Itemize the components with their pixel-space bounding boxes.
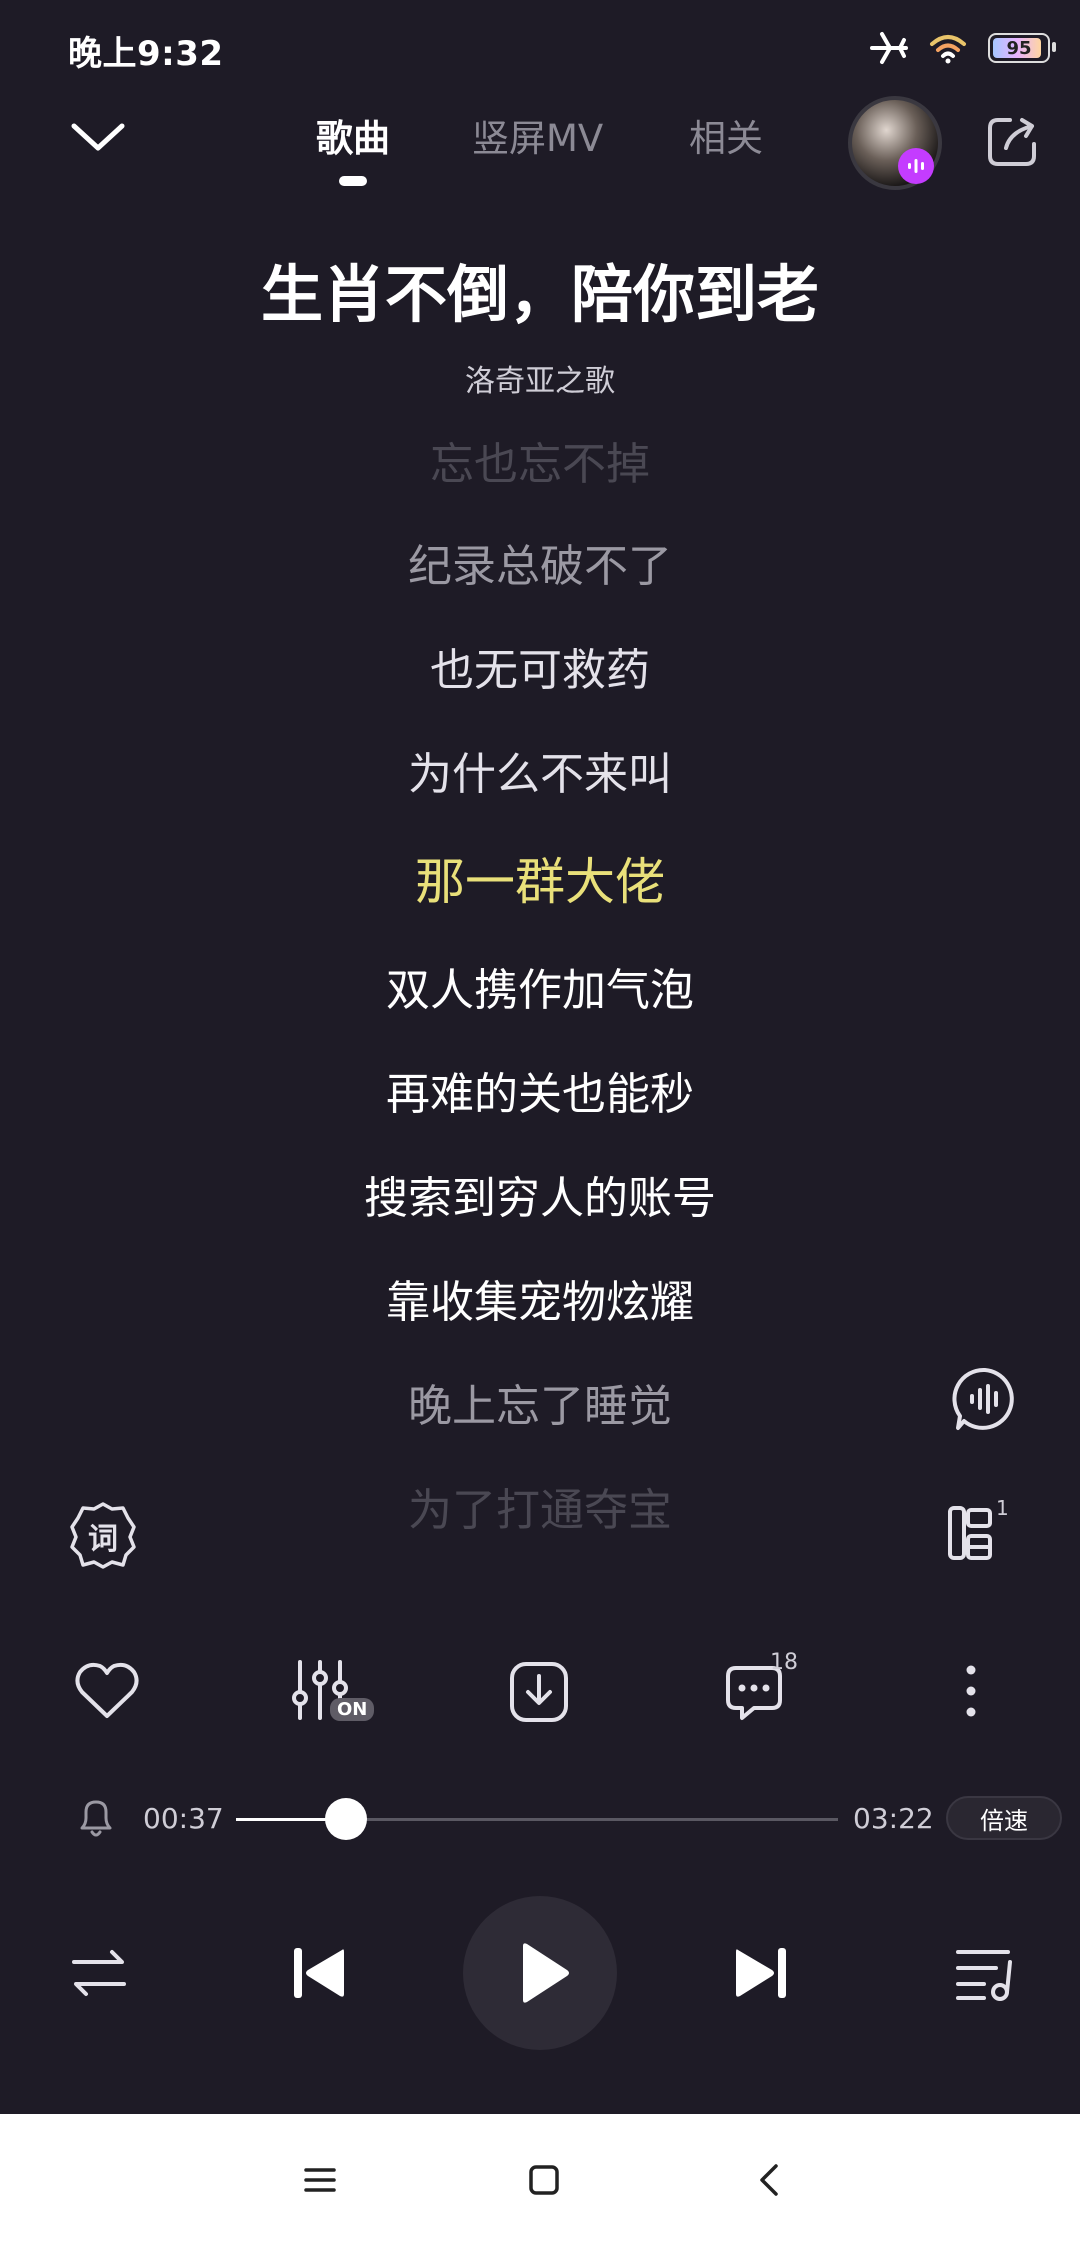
lyric-line[interactable]: 纪录总破不了 xyxy=(0,530,1080,594)
active-tab-indicator xyxy=(339,176,367,186)
more-options-icon[interactable] xyxy=(936,1656,1006,1726)
sing-along-button[interactable]: 1 xyxy=(946,1496,1016,1566)
status-icons: 95 xyxy=(870,28,1056,68)
battery-icon: 95 xyxy=(988,33,1056,63)
progress-thumb[interactable] xyxy=(325,1798,368,1840)
current-time: 00:37 xyxy=(143,1802,224,1835)
previous-track-icon[interactable] xyxy=(284,1938,354,2008)
live-audio-badge-icon xyxy=(898,148,934,184)
lyric-line-current[interactable]: 那一群大佬 xyxy=(0,842,1080,914)
lyric-line[interactable]: 再难的关也能秒 xyxy=(0,1058,1080,1122)
lyric-line[interactable]: 晚上忘了睡觉 xyxy=(0,1370,1080,1434)
share-icon[interactable] xyxy=(984,114,1040,170)
voice-recognition-icon[interactable] xyxy=(950,1364,1020,1434)
lyrics-poster-button[interactable]: 词 xyxy=(68,1500,138,1570)
lyric-line[interactable]: 忘也忘不掉 xyxy=(0,428,1080,492)
tab-song[interactable]: 歌曲 xyxy=(316,108,390,162)
alarm-bell-icon[interactable] xyxy=(76,1796,116,1840)
play-icon xyxy=(523,1943,569,2003)
lyric-line[interactable]: 也无可救药 xyxy=(0,634,1080,698)
lyric-line[interactable]: 靠收集宠物炫耀 xyxy=(0,1266,1080,1330)
status-time: 晚上9:32 xyxy=(68,34,224,74)
comments-button[interactable]: 18 xyxy=(722,1650,812,1726)
next-track-icon[interactable] xyxy=(726,1938,796,2008)
menu-icon[interactable] xyxy=(298,2158,342,2202)
comment-count: 18 xyxy=(770,1650,798,1675)
sing-icon xyxy=(948,1506,992,1560)
tab-vertical-mv[interactable]: 竖屏MV xyxy=(472,108,603,162)
play-button[interactable] xyxy=(463,1896,617,2050)
download-icon[interactable] xyxy=(504,1656,574,1726)
lyric-line[interactable]: 搜索到穷人的账号 xyxy=(0,1162,1080,1226)
playlist-icon[interactable] xyxy=(950,1938,1020,2008)
back-icon[interactable] xyxy=(748,2158,792,2202)
airplane-icon xyxy=(870,32,908,64)
wifi-icon xyxy=(930,35,966,64)
sound-effects-button[interactable]: ON xyxy=(292,1656,382,1726)
lyric-line[interactable]: 双人携作加气泡 xyxy=(0,954,1080,1018)
song-title: 生肖不倒，陪你到老 xyxy=(260,258,819,331)
playback-speed-button[interactable]: 倍速 xyxy=(946,1796,1062,1840)
total-time: 03:22 xyxy=(853,1802,934,1835)
like-heart-icon[interactable] xyxy=(72,1656,142,1726)
home-icon[interactable] xyxy=(522,2158,566,2202)
play-mode-order-icon[interactable] xyxy=(64,1938,134,2008)
lyrics-badge-label: 词 xyxy=(88,1522,118,1557)
battery-level: 95 xyxy=(1006,37,1032,59)
eq-on-badge: ON xyxy=(330,1698,375,1721)
sing-count: 1 xyxy=(996,1496,1009,1520)
song-artist[interactable]: 洛奇亚之歌 xyxy=(0,356,1080,400)
tab-related[interactable]: 相关 xyxy=(689,108,763,162)
lyric-line[interactable]: 为了打通夺宝 xyxy=(0,1474,1080,1538)
lyric-line[interactable]: 为什么不来叫 xyxy=(0,738,1080,802)
